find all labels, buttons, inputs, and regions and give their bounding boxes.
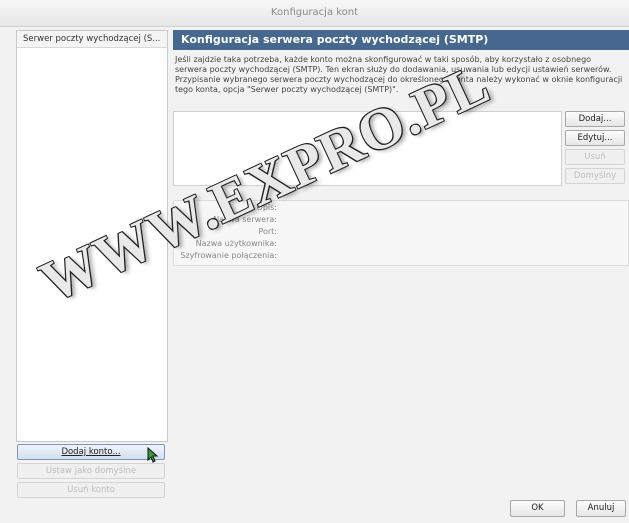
set-default-account-button[interactable]: Ustaw jako domyślne: [17, 463, 165, 479]
account-list[interactable]: Serwer poczty wychodzącej (S...: [16, 30, 168, 442]
window-title: Konfiguracja kont: [0, 0, 629, 27]
page-title: Konfiguracja serwera poczty wychodzącej …: [173, 30, 629, 50]
cancel-button[interactable]: Anuluj: [576, 500, 626, 517]
server-name-label: Nazwa serwera:: [213, 215, 277, 224]
username-label: Nazwa użytkownika:: [195, 239, 277, 248]
mouse-cursor-icon: [147, 447, 159, 463]
smtp-server-list[interactable]: [173, 111, 562, 186]
add-account-label: Dodaj konto...: [61, 447, 121, 457]
port-label: Port:: [258, 227, 277, 236]
account-list-item-smtp[interactable]: Serwer poczty wychodzącej (S...: [17, 31, 167, 48]
edit-server-button[interactable]: Edytuj...: [565, 130, 625, 146]
set-default-server-button[interactable]: Domyślny: [565, 168, 625, 184]
smtp-description: Jeśli zajdzie taka potrzeba, każde konto…: [175, 55, 623, 94]
ok-button[interactable]: OK: [510, 500, 565, 517]
description-label: Opis:: [256, 203, 277, 212]
add-account-button[interactable]: Dodaj konto...: [17, 444, 165, 460]
encryption-label: Szyfrowanie połączenia:: [180, 251, 277, 260]
add-server-button[interactable]: Dodaj...: [565, 111, 625, 127]
remove-server-button[interactable]: Usuń: [565, 149, 625, 165]
remove-account-button[interactable]: Usuń konto: [17, 482, 165, 498]
server-details: Opis: Nazwa serwera: Port: Nazwa użytkow…: [173, 200, 629, 266]
